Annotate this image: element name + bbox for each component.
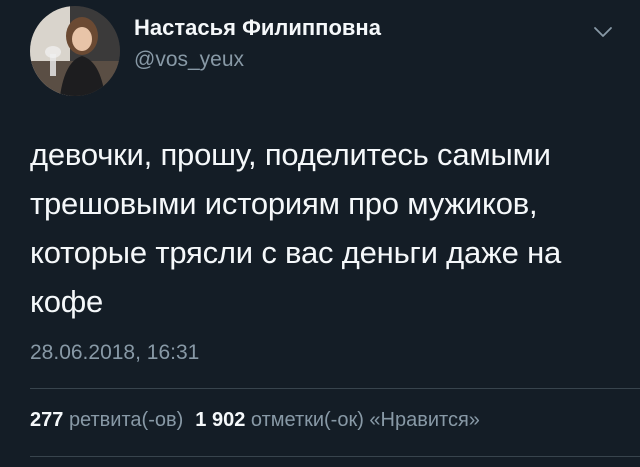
- display-name[interactable]: Настасья Филипповна: [134, 15, 381, 41]
- user-handle[interactable]: @vos_yeux: [134, 48, 244, 72]
- divider: [30, 456, 640, 457]
- likes-count: 1 902: [195, 409, 246, 431]
- tweet-stats: 277 ретвита(-ов) 1 902 отметки(-ок) «Нрав…: [30, 409, 480, 432]
- retweets-label: ретвита(-ов): [68, 409, 184, 431]
- avatar-photo: [30, 6, 120, 96]
- retweets-stat[interactable]: 277 ретвита(-ов): [30, 409, 183, 431]
- tweet-text: девочки, прошу, поделитесь самыми трешов…: [30, 137, 562, 319]
- likes-label: отметки(-ок) «Нравится»: [250, 409, 480, 431]
- chevron-down-icon[interactable]: [592, 24, 614, 40]
- tweet-card: Настасья Филипповна @vos_yeux девочки, п…: [0, 0, 640, 467]
- retweets-count: 277: [30, 409, 64, 431]
- likes-stat[interactable]: 1 902 отметки(-ок) «Нравится»: [195, 409, 480, 431]
- avatar[interactable]: [30, 6, 120, 96]
- divider: [30, 388, 640, 389]
- tweet-timestamp[interactable]: 28.06.2018, 16:31: [30, 341, 199, 365]
